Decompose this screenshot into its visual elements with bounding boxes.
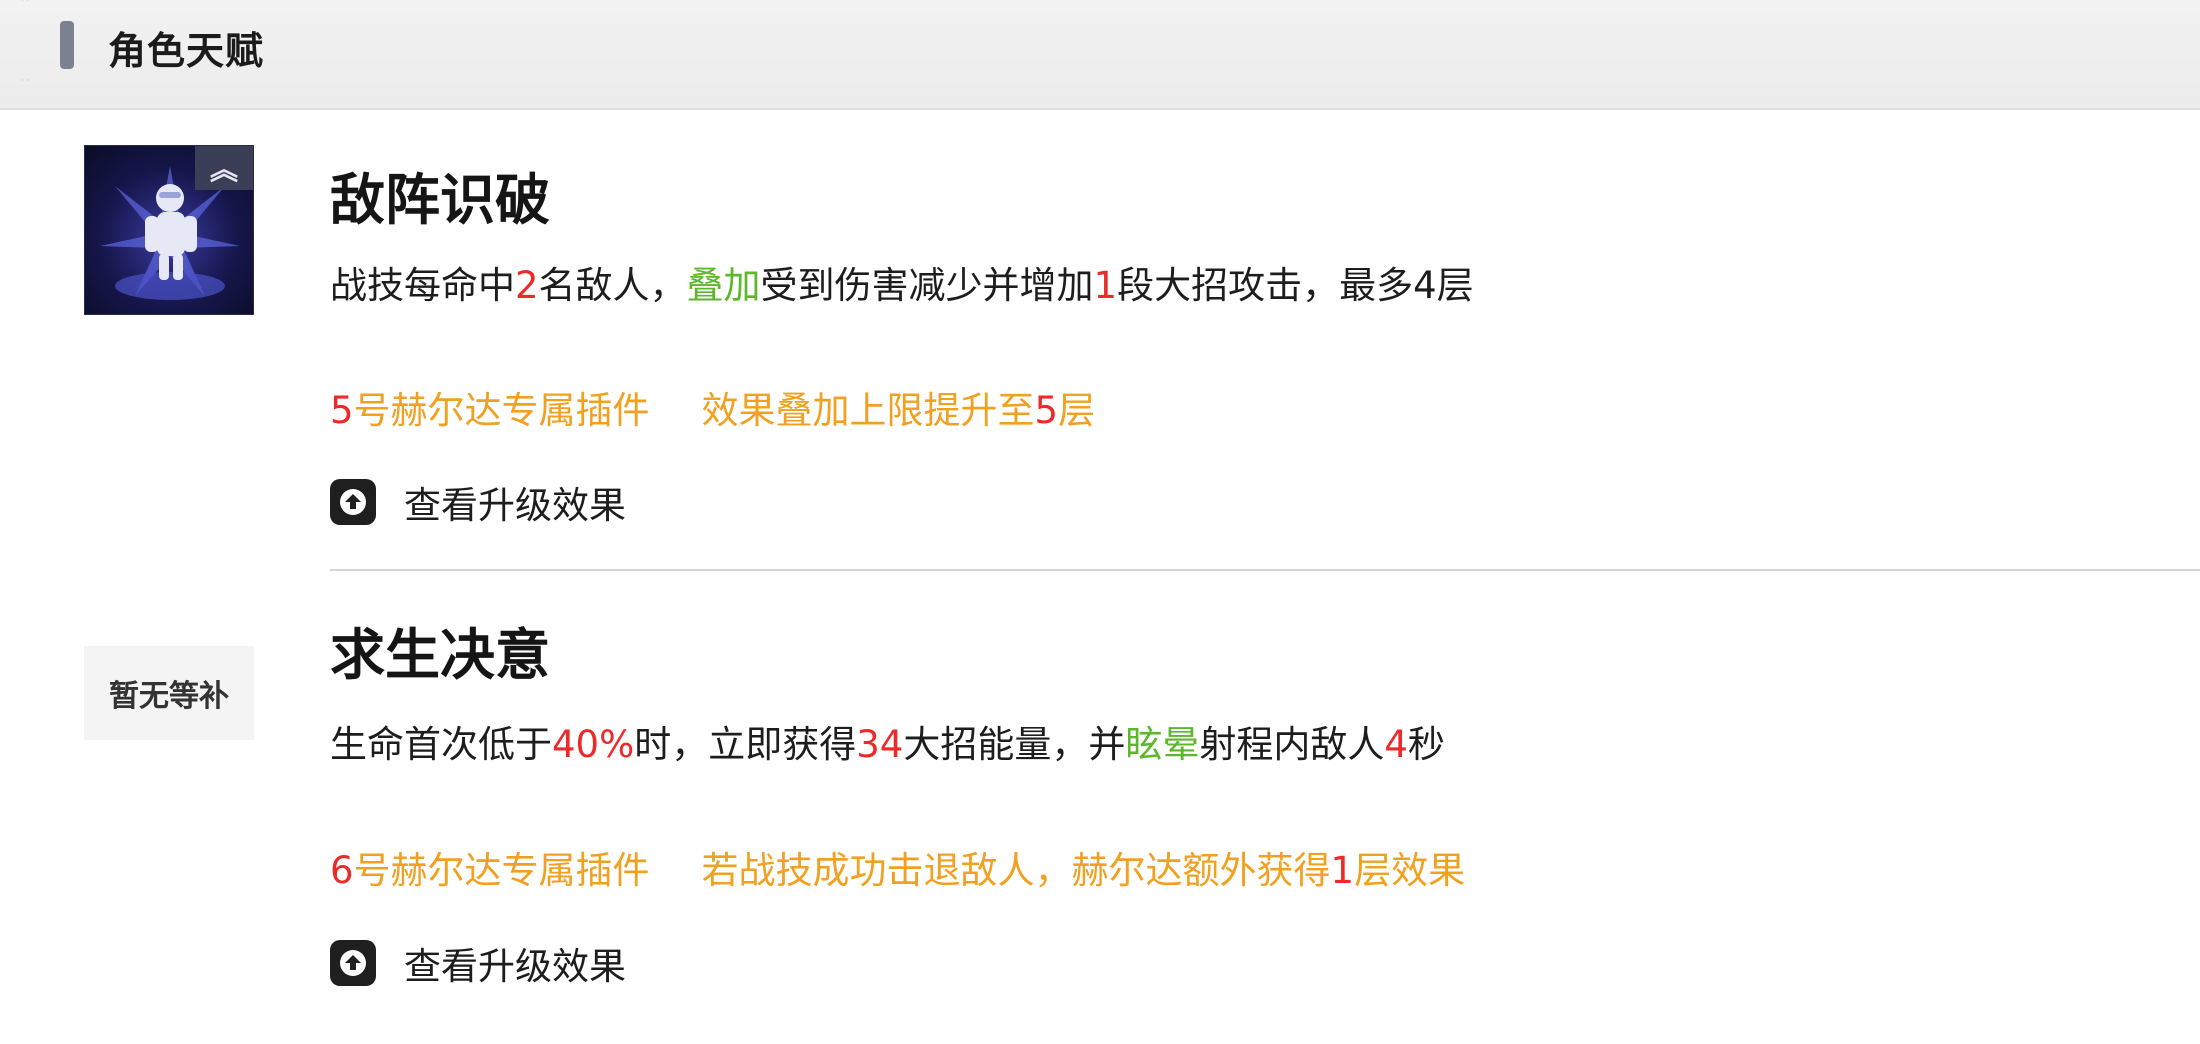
view-upgrade-button[interactable]: 查看升级效果 bbox=[330, 936, 626, 990]
highlight-value: 1 bbox=[1093, 264, 1118, 307]
view-upgrade-label: 查看升级效果 bbox=[404, 484, 626, 527]
divider bbox=[330, 569, 2200, 571]
view-upgrade-label: 查看升级效果 bbox=[404, 945, 626, 988]
talent-card: 暂无等补 求生决意 生命首次低于40%时，立即获得34大招能量，并眩晕射程内敌人… bbox=[0, 572, 2200, 1044]
section-header: ˙˙ ˙˙ 角色天赋 bbox=[0, 0, 2200, 110]
keyword-highlight: 眩晕 bbox=[1125, 723, 1200, 766]
talent-icon-placeholder: 暂无等补 bbox=[84, 646, 254, 740]
plugin-number: 5 bbox=[330, 389, 354, 432]
talent-icon[interactable]: ︽ bbox=[84, 145, 254, 315]
talent-card: ︽ 敌阵识破 战技每命中2名敌人，叠加受到伤害减少并增加1段大招攻击，最多4层 … bbox=[0, 110, 2200, 570]
view-upgrade-button[interactable]: 查看升级效果 bbox=[330, 475, 626, 529]
section-title: 角色天赋 bbox=[108, 29, 265, 73]
plugin-name: 号赫尔达专属插件 bbox=[353, 389, 650, 432]
highlight-value: 40% bbox=[552, 723, 635, 766]
plugin-effect: 效果叠加上限提升至5层 bbox=[701, 389, 1096, 432]
plugin-bonus: 6号赫尔达专属插件 若战技成功击退敌人，赫尔达额外获得1层效果 bbox=[330, 840, 1465, 894]
highlight-value: 34 bbox=[856, 723, 904, 766]
plugin-effect: 若战技成功击退敌人，赫尔达额外获得1层效果 bbox=[701, 849, 1466, 892]
decor-dots-bottom: ˙˙ bbox=[20, 79, 30, 90]
arrow-up-icon bbox=[330, 479, 376, 525]
talent-description: 战技每命中2名敌人，叠加受到伤害减少并增加1段大招攻击，最多4层 bbox=[330, 264, 1474, 307]
talent-title: 求生决意 bbox=[330, 623, 551, 687]
plugin-name: 号赫尔达专属插件 bbox=[353, 849, 650, 892]
chevron-up-icon: ︽ bbox=[195, 146, 253, 190]
talent-title: 敌阵识破 bbox=[330, 168, 551, 232]
highlight-value: 2 bbox=[515, 264, 539, 307]
highlight-value: 4 bbox=[1384, 723, 1408, 766]
talent-description: 生命首次低于40%时，立即获得34大招能量，并眩晕射程内敌人4秒 bbox=[330, 723, 1445, 766]
plugin-bonus: 5号赫尔达专属插件 效果叠加上限提升至5层 bbox=[330, 380, 1095, 434]
plugin-number: 6 bbox=[330, 849, 354, 892]
arrow-up-icon bbox=[330, 940, 376, 986]
keyword-highlight: 叠加 bbox=[686, 264, 761, 307]
header-accent-bar bbox=[60, 21, 74, 69]
decor-dots-top: ˙˙ bbox=[20, 0, 30, 10]
